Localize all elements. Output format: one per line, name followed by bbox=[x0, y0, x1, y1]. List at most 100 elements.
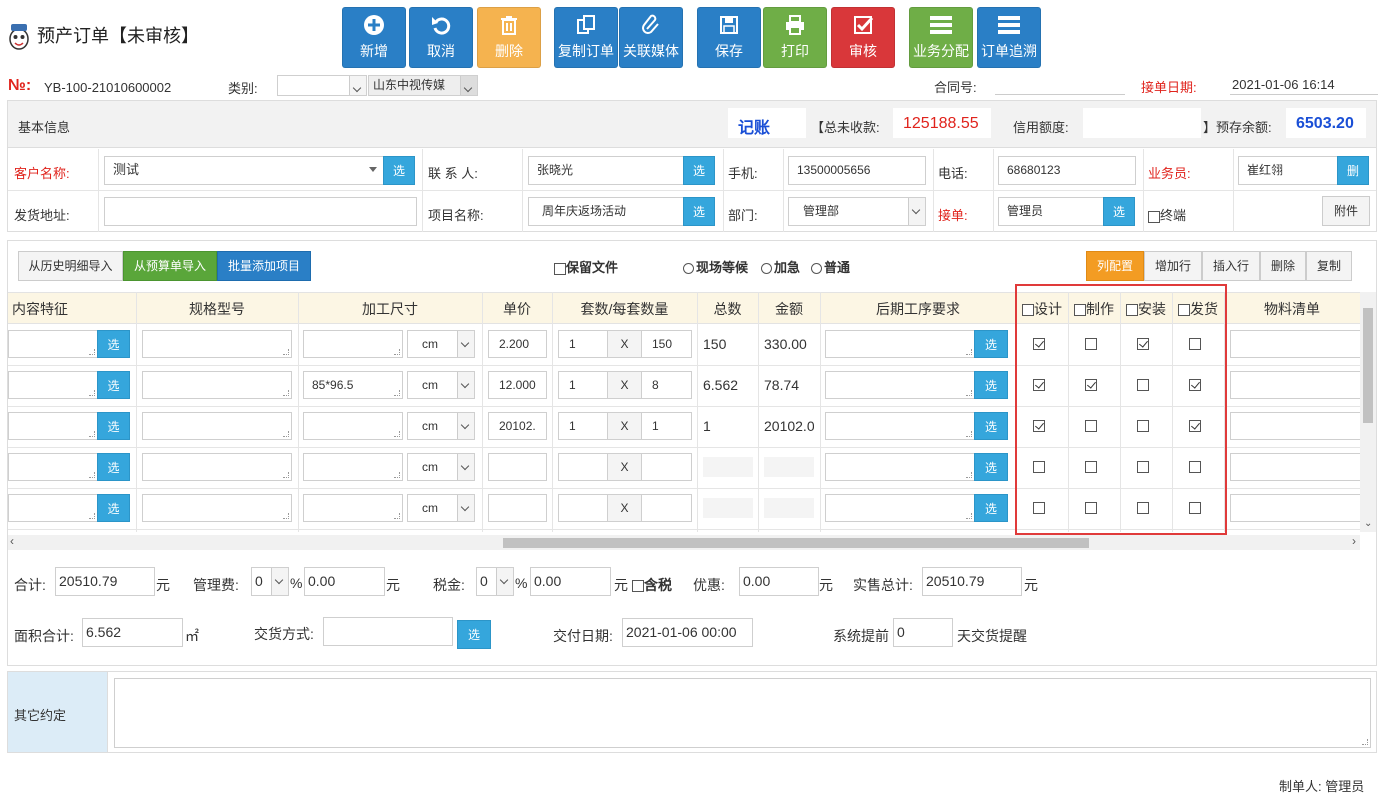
terminal-checkbox-icon[interactable] bbox=[1148, 210, 1160, 223]
salesman-delete-button[interactable]: 删 bbox=[1337, 156, 1369, 185]
toolbar-button-6[interactable]: 打印 bbox=[763, 7, 827, 68]
taker-select-button[interactable]: 选 bbox=[1103, 197, 1135, 226]
spec-input[interactable] bbox=[142, 494, 292, 522]
scroll-down-icon[interactable]: ⌄ bbox=[1364, 518, 1372, 529]
radio-normal-icon[interactable] bbox=[811, 263, 822, 275]
toolbar-button-0[interactable]: 新增 bbox=[342, 7, 406, 68]
col-total[interactable]: 总数 bbox=[697, 293, 758, 325]
bom-input[interactable] bbox=[1230, 412, 1360, 440]
bom-input[interactable] bbox=[1230, 330, 1360, 358]
project-select-button[interactable]: 选 bbox=[683, 197, 715, 226]
contact-input[interactable]: 张晓光 bbox=[528, 156, 684, 185]
insert-row-button[interactable]: 插入行 bbox=[1202, 251, 1260, 281]
price-input[interactable]: 12.000 bbox=[488, 371, 547, 399]
post-process-input[interactable] bbox=[825, 494, 975, 522]
spec-input[interactable] bbox=[142, 412, 292, 440]
other-agreement-textarea[interactable] bbox=[114, 678, 1371, 748]
customer-select-button[interactable]: 选 bbox=[383, 156, 415, 185]
tax-included-checkbox[interactable]: 含税 bbox=[632, 575, 672, 595]
content-select-button[interactable]: 选 bbox=[97, 453, 130, 481]
column-config-button[interactable]: 列配置 bbox=[1086, 251, 1144, 281]
tax-input[interactable]: 0.00 bbox=[530, 567, 611, 596]
tax-included-checkbox-icon[interactable] bbox=[632, 580, 644, 593]
attachment-button[interactable]: 附件 bbox=[1322, 196, 1370, 226]
content-input[interactable] bbox=[8, 453, 98, 481]
scroll-left-icon[interactable]: ‹ bbox=[10, 534, 14, 548]
price-input[interactable] bbox=[488, 453, 547, 481]
size-input[interactable] bbox=[303, 494, 403, 522]
mgmt-fee-input[interactable]: 0.00 bbox=[304, 567, 385, 596]
terminal-checkbox[interactable]: 终端 bbox=[1148, 205, 1186, 224]
spec-input[interactable] bbox=[142, 330, 292, 358]
delivery-method-input[interactable] bbox=[323, 617, 453, 646]
post-process-select-button[interactable]: 选 bbox=[974, 494, 1008, 522]
post-process-input[interactable] bbox=[825, 330, 975, 358]
toolbar-button-2[interactable]: 删除 bbox=[477, 7, 541, 68]
post-process-select-button[interactable]: 选 bbox=[974, 453, 1008, 481]
keep-file-checkbox-icon[interactable] bbox=[554, 262, 566, 275]
scroll-right-icon[interactable]: › bbox=[1352, 534, 1356, 548]
size-input[interactable]: 85*96.5 bbox=[303, 371, 403, 399]
radio-onsite[interactable]: 现场等候 bbox=[683, 257, 748, 276]
sets-input[interactable] bbox=[558, 494, 608, 522]
copy-row-button[interactable]: 复制 bbox=[1306, 251, 1352, 281]
contact-select-button[interactable]: 选 bbox=[683, 156, 715, 185]
col-spec[interactable]: 规格型号 bbox=[136, 293, 298, 325]
type-select[interactable] bbox=[277, 75, 367, 96]
unit-select[interactable]: cm bbox=[407, 453, 475, 481]
post-process-input[interactable] bbox=[825, 412, 975, 440]
size-input[interactable] bbox=[303, 330, 403, 358]
delivery-method-select-button[interactable]: 选 bbox=[457, 620, 491, 649]
content-select-button[interactable]: 选 bbox=[97, 371, 130, 399]
horizontal-scroll-thumb[interactable] bbox=[503, 538, 1089, 548]
col-bom[interactable]: 物料清单 bbox=[1224, 293, 1360, 325]
salesman-input[interactable]: 崔红翎 bbox=[1238, 156, 1338, 185]
post-process-select-button[interactable]: 选 bbox=[974, 412, 1008, 440]
delete-row-button[interactable]: 删除 bbox=[1260, 251, 1306, 281]
size-input[interactable] bbox=[303, 453, 403, 481]
customer-select[interactable]: 测试 bbox=[104, 156, 384, 185]
radio-urgent-icon[interactable] bbox=[761, 263, 772, 275]
post-process-input[interactable] bbox=[825, 453, 975, 481]
horizontal-scrollbar[interactable]: ‹ › bbox=[8, 534, 1360, 550]
col-size[interactable]: 加工尺寸 bbox=[298, 293, 482, 325]
per-set-input[interactable] bbox=[641, 494, 692, 522]
remind-days-input[interactable]: 0 bbox=[893, 618, 953, 647]
due-date-input[interactable]: 2021-01-06 00:00 bbox=[622, 618, 753, 647]
content-select-button[interactable]: 选 bbox=[97, 494, 130, 522]
mgmt-pct-select[interactable]: 0 bbox=[251, 567, 289, 596]
add-row-button[interactable]: 增加行 bbox=[1144, 251, 1202, 281]
vertical-scroll-thumb[interactable] bbox=[1363, 308, 1373, 423]
unit-select[interactable]: cm bbox=[407, 412, 475, 440]
content-input[interactable] bbox=[8, 330, 98, 358]
unit-select[interactable]: cm bbox=[407, 371, 475, 399]
sets-input[interactable]: 1 bbox=[558, 330, 608, 358]
project-input[interactable]: 周年庆返场活动 bbox=[528, 197, 684, 226]
per-set-input[interactable] bbox=[641, 453, 692, 481]
price-input[interactable]: 2.200 bbox=[488, 330, 547, 358]
content-select-button[interactable]: 选 bbox=[97, 412, 130, 440]
post-process-input[interactable] bbox=[825, 371, 975, 399]
area-input[interactable]: 6.562 bbox=[82, 618, 183, 647]
content-select-button[interactable]: 选 bbox=[97, 330, 130, 358]
sets-input[interactable] bbox=[558, 453, 608, 481]
contract-input-line[interactable] bbox=[995, 94, 1125, 95]
content-input[interactable] bbox=[8, 412, 98, 440]
toolbar-button-3[interactable]: 复制订单 bbox=[554, 7, 618, 68]
sets-input[interactable]: 1 bbox=[558, 412, 608, 440]
sets-input[interactable]: 1 bbox=[558, 371, 608, 399]
col-amount[interactable]: 金额 bbox=[758, 293, 820, 325]
col-qty[interactable]: 套数/每套数量 bbox=[552, 293, 697, 325]
vertical-scrollbar[interactable]: ⌄ bbox=[1360, 292, 1376, 532]
per-set-input[interactable]: 150 bbox=[641, 330, 692, 358]
tax-pct-select[interactable]: 0 bbox=[476, 567, 514, 596]
spec-input[interactable] bbox=[142, 371, 292, 399]
radio-normal[interactable]: 普通 bbox=[811, 257, 850, 276]
taker-input[interactable]: 管理员 bbox=[998, 197, 1104, 226]
toolbar-button-1[interactable]: 取消 bbox=[409, 7, 473, 68]
toolbar-button-5[interactable]: 保存 bbox=[697, 7, 761, 68]
col-content[interactable]: 内容特征 bbox=[12, 293, 92, 325]
keep-file-checkbox[interactable]: 保留文件 bbox=[554, 257, 618, 276]
content-input[interactable] bbox=[8, 494, 98, 522]
col-price[interactable]: 单价 bbox=[482, 293, 552, 325]
